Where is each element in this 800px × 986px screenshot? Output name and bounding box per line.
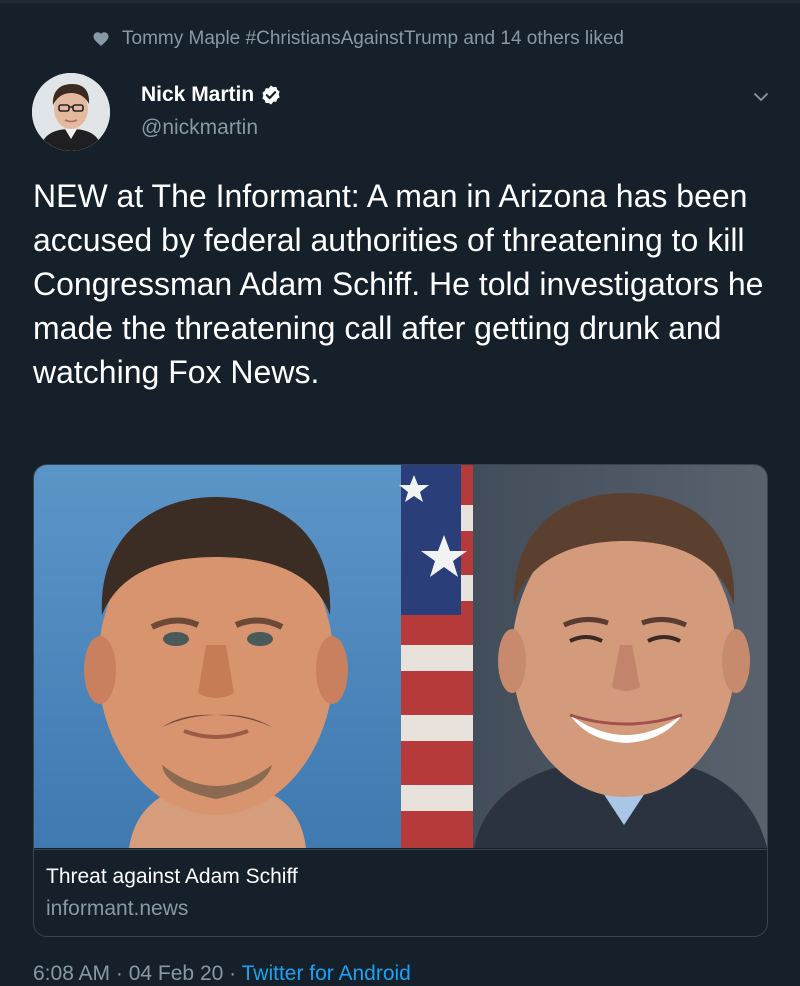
footer-separator: · bbox=[110, 962, 129, 985]
card-meta: Threat against Adam Schiff informant.new… bbox=[34, 849, 767, 936]
card-image bbox=[34, 465, 767, 848]
author-info[interactable]: Nick Martin @nickmartin bbox=[141, 80, 282, 140]
top-divider bbox=[0, 0, 800, 3]
footer-separator: · bbox=[223, 962, 242, 985]
card-domain: informant.news bbox=[46, 897, 189, 920]
heart-icon bbox=[93, 32, 109, 46]
author-avatar[interactable] bbox=[32, 73, 110, 151]
author-name-row: Nick Martin bbox=[141, 80, 282, 110]
card-title: Threat against Adam Schiff bbox=[46, 865, 298, 888]
tweet-date[interactable]: 04 Feb 20 bbox=[129, 962, 224, 985]
chevron-down-icon[interactable] bbox=[751, 89, 771, 105]
tweet-footer: 6:08 AM · 04 Feb 20 · Twitter for Androi… bbox=[33, 962, 411, 986]
tweet-source-link[interactable]: Twitter for Android bbox=[242, 962, 411, 985]
tweet-time[interactable]: 6:08 AM bbox=[33, 962, 110, 985]
avatar-image bbox=[32, 73, 110, 151]
social-context-text: Tommy Maple #ChristiansAgainstTrump and … bbox=[122, 28, 624, 49]
link-card[interactable]: Threat against Adam Schiff informant.new… bbox=[33, 464, 768, 937]
author-name[interactable]: Nick Martin bbox=[141, 83, 254, 107]
verified-badge-icon bbox=[262, 85, 280, 105]
tweet-text: NEW at The Informant: A man in Arizona h… bbox=[33, 178, 764, 390]
social-context[interactable]: Tommy Maple #ChristiansAgainstTrump and … bbox=[92, 26, 624, 52]
author-handle[interactable]: @nickmartin bbox=[141, 116, 282, 140]
